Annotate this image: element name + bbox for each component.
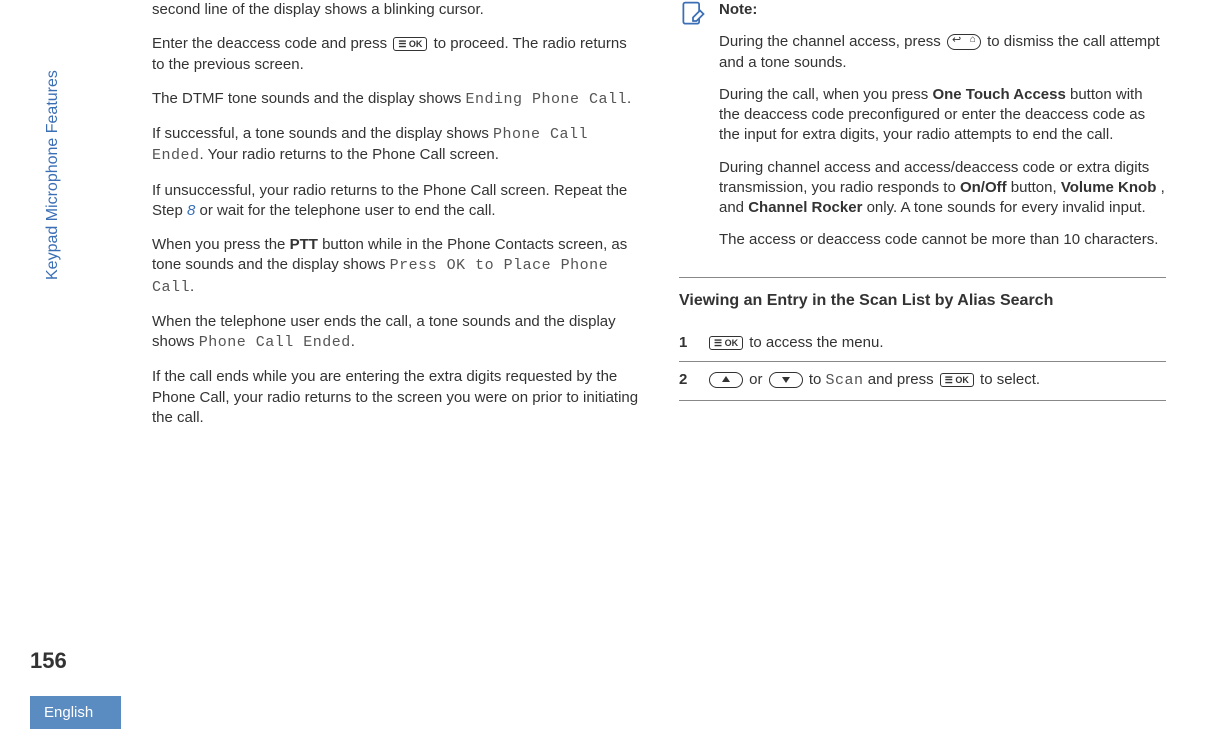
para: The DTMF tone sounds and the display sho… [152, 89, 639, 110]
step-text: ☰ OK to access the menu. [707, 333, 1166, 353]
step-text: or to Scan and press ☰ OK to select. [707, 370, 1166, 391]
bold: Volume Knob [1061, 179, 1157, 196]
text: During the call, when you press [719, 86, 932, 103]
text: to select. [980, 371, 1040, 388]
ok-button-icon: ☰ OK [393, 37, 427, 51]
text: . Your radio returns to the Phone Call s… [200, 146, 499, 163]
step-row: 1 ☰ OK to access the menu. [679, 325, 1166, 362]
display-text: Scan [826, 372, 864, 389]
para: If successful, a tone sounds and the dis… [152, 124, 639, 167]
divider [679, 277, 1166, 278]
text: and press [868, 371, 938, 388]
text: button, [1011, 179, 1061, 196]
text: If successful, a tone sounds and the dis… [152, 125, 493, 142]
para: When you press the PTT button while in t… [152, 235, 639, 298]
text: The DTMF tone sounds and the display sho… [152, 90, 466, 107]
text: only. A tone sounds for every invalid in… [867, 199, 1146, 216]
ok-button-icon: ☰ OK [709, 336, 743, 350]
left-column: second line of the display shows a blink… [152, 0, 639, 442]
text: During the channel access, press [719, 33, 945, 50]
side-section-label: Keypad Microphone Features [44, 70, 62, 280]
display-text: Phone Call Ended [199, 334, 351, 351]
bold: One Touch Access [932, 86, 1065, 103]
bold: On/Off [960, 179, 1007, 196]
back-home-button-icon [947, 34, 981, 50]
text: to [809, 371, 826, 388]
text: Enter the deaccess code and press [152, 35, 391, 52]
step-link[interactable]: 8 [187, 202, 195, 219]
text: or [749, 371, 767, 388]
ok-button-icon: ☰ OK [940, 373, 974, 387]
note-body: Note: During the channel access, press t… [719, 0, 1166, 263]
para: Enter the deaccess code and press ☰ OK t… [152, 34, 639, 75]
note-para: The access or deaccess code cannot be mo… [719, 230, 1166, 250]
bold: Channel Rocker [748, 199, 862, 216]
language-tab: English [30, 696, 121, 729]
text: When you press the [152, 236, 290, 253]
text: or wait for the telephone user to end th… [200, 202, 496, 219]
down-button-icon [769, 372, 803, 388]
section-title: Viewing an Entry in the Scan List by Ali… [679, 290, 1166, 312]
text: . [627, 90, 631, 107]
note-icon [679, 0, 707, 28]
para: second line of the display shows a blink… [152, 0, 639, 20]
note-title: Note: [719, 1, 757, 18]
note-para: During the call, when you press One Touc… [719, 85, 1166, 146]
note-para: During channel access and access/deacces… [719, 158, 1166, 219]
step-row: 2 or to Scan and press ☰ OK to select. [679, 362, 1166, 400]
step-number: 2 [679, 370, 697, 390]
text: to access the menu. [749, 334, 883, 351]
text: . [351, 333, 355, 350]
text: . [190, 278, 194, 295]
para: If unsuccessful, your radio returns to t… [152, 181, 639, 222]
para: When the telephone user ends the call, a… [152, 312, 639, 354]
page-number: 156 [30, 648, 67, 674]
step-number: 1 [679, 333, 697, 353]
note-block: Note: During the channel access, press t… [679, 0, 1166, 263]
note-para: During the channel access, press to dism… [719, 32, 1166, 73]
up-button-icon [709, 372, 743, 388]
right-column: Note: During the channel access, press t… [679, 0, 1166, 442]
display-text: Ending Phone Call [466, 91, 628, 108]
para: If the call ends while you are entering … [152, 367, 639, 428]
ptt-label: PTT [290, 236, 318, 253]
